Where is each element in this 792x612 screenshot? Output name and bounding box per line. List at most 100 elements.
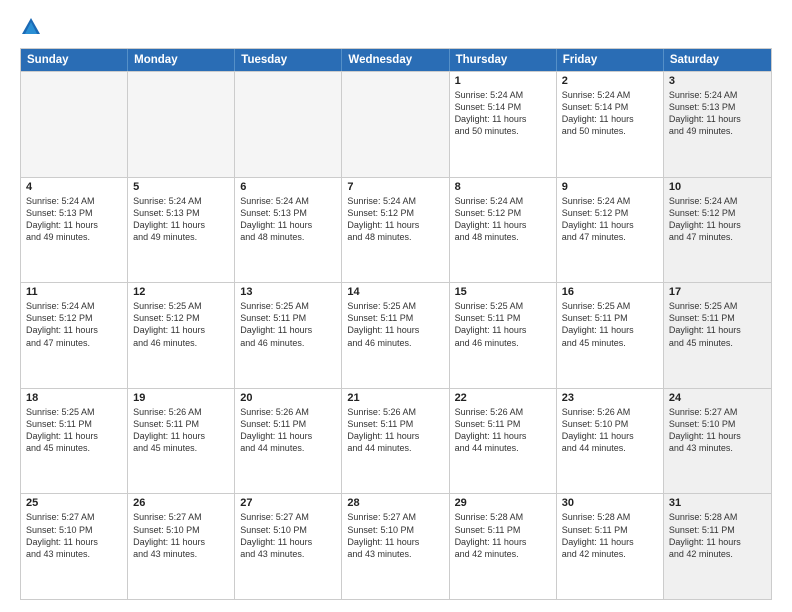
calendar-row-4: 18 Sunrise: 5:25 AM Sunset: 5:11 PM Dayli… (21, 388, 771, 494)
day-detail: Sunrise: 5:27 AM Sunset: 5:10 PM Dayligh… (133, 511, 229, 560)
day-cell-21: 21 Sunrise: 5:26 AM Sunset: 5:11 PM Dayli… (342, 389, 449, 494)
day-number: 14 (347, 286, 443, 298)
day-cell-24: 24Sunrise: 5:27 AM Sunset: 5:10 PM Dayli… (664, 389, 771, 494)
day-number: 28 (347, 497, 443, 509)
day-detail: Sunrise: 5:24 AM Sunset: 5:14 PM Dayligh… (562, 89, 658, 138)
day-detail: Sunrise: 5:24 AM Sunset: 5:14 PM Dayligh… (455, 89, 551, 138)
day-number: 2 (562, 75, 658, 87)
day-detail: Sunrise: 5:26 AM Sunset: 5:10 PM Dayligh… (562, 406, 658, 455)
day-number: 10 (669, 181, 766, 193)
day-number: 21 (347, 392, 443, 404)
day-cell-3: 3 Sunrise: 5:24 AM Sunset: 5:13 PM Daylig… (664, 72, 771, 177)
header-cell-sunday: Sunday (21, 49, 128, 71)
calendar-header-row: SundayMondayTuesdayWednesdayThursdayFrid… (21, 49, 771, 71)
day-cell-4: 4 Sunrise: 5:24 AM Sunset: 5:13 PM Daylig… (21, 178, 128, 283)
day-number: 18 (26, 392, 122, 404)
day-cell-2: 2 Sunrise: 5:24 AM Sunset: 5:14 PM Daylig… (557, 72, 664, 177)
day-detail: Sunrise: 5:24 AM Sunset: 5:13 PM Dayligh… (133, 195, 229, 244)
logo-icon (20, 16, 42, 38)
day-cell-18: 18 Sunrise: 5:25 AM Sunset: 5:11 PM Dayli… (21, 389, 128, 494)
day-number: 13 (240, 286, 336, 298)
day-number: 27 (240, 497, 336, 509)
day-number: 1 (455, 75, 551, 87)
calendar-row-1: 1 Sunrise: 5:24 AM Sunset: 5:14 PM Daylig… (21, 71, 771, 177)
day-cell-23: 23 Sunrise: 5:26 AM Sunset: 5:10 PM Dayli… (557, 389, 664, 494)
day-cell-15: 15Sunrise: 5:25 AM Sunset: 5:11 PM Dayli… (450, 283, 557, 388)
day-number: 17 (669, 286, 766, 298)
day-number: 6 (240, 181, 336, 193)
day-cell-31: 31 Sunrise: 5:28 AM Sunset: 5:11 PM Dayli… (664, 494, 771, 599)
day-cell-1: 1 Sunrise: 5:24 AM Sunset: 5:14 PM Daylig… (450, 72, 557, 177)
day-detail: Sunrise: 5:24 AM Sunset: 5:12 PM Dayligh… (347, 195, 443, 244)
day-cell-17: 17 Sunrise: 5:25 AM Sunset: 5:11 PM Dayli… (664, 283, 771, 388)
day-detail: Sunrise: 5:26 AM Sunset: 5:11 PM Dayligh… (455, 406, 551, 455)
day-detail: Sunrise: 5:27 AM Sunset: 5:10 PM Dayligh… (26, 511, 122, 560)
day-detail: Sunrise: 5:28 AM Sunset: 5:11 PM Dayligh… (562, 511, 658, 560)
day-number: 9 (562, 181, 658, 193)
header (20, 18, 772, 38)
day-detail: Sunrise: 5:25 AM Sunset: 5:11 PM Dayligh… (240, 300, 336, 349)
day-number: 16 (562, 286, 658, 298)
day-cell-10: 10Sunrise: 5:24 AM Sunset: 5:12 PM Dayli… (664, 178, 771, 283)
day-cell-5: 5 Sunrise: 5:24 AM Sunset: 5:13 PM Daylig… (128, 178, 235, 283)
day-number: 22 (455, 392, 551, 404)
day-cell-25: 25 Sunrise: 5:27 AM Sunset: 5:10 PM Dayli… (21, 494, 128, 599)
day-detail: Sunrise: 5:26 AM Sunset: 5:11 PM Dayligh… (240, 406, 336, 455)
day-detail: Sunrise: 5:26 AM Sunset: 5:11 PM Dayligh… (347, 406, 443, 455)
day-cell-14: 14 Sunrise: 5:25 AM Sunset: 5:11 PM Dayli… (342, 283, 449, 388)
day-number: 25 (26, 497, 122, 509)
day-number: 4 (26, 181, 122, 193)
day-number: 30 (562, 497, 658, 509)
logo (20, 18, 46, 38)
day-detail: Sunrise: 5:24 AM Sunset: 5:13 PM Dayligh… (26, 195, 122, 244)
day-cell-26: 26 Sunrise: 5:27 AM Sunset: 5:10 PM Dayli… (128, 494, 235, 599)
day-cell-20: 20 Sunrise: 5:26 AM Sunset: 5:11 PM Dayli… (235, 389, 342, 494)
day-cell-19: 19 Sunrise: 5:26 AM Sunset: 5:11 PM Dayli… (128, 389, 235, 494)
header-cell-wednesday: Wednesday (342, 49, 449, 71)
header-cell-friday: Friday (557, 49, 664, 71)
calendar: SundayMondayTuesdayWednesdayThursdayFrid… (20, 48, 772, 600)
day-detail: Sunrise: 5:24 AM Sunset: 5:13 PM Dayligh… (669, 89, 766, 138)
day-number: 11 (26, 286, 122, 298)
day-cell-8: 8 Sunrise: 5:24 AM Sunset: 5:12 PM Daylig… (450, 178, 557, 283)
day-number: 26 (133, 497, 229, 509)
day-number: 19 (133, 392, 229, 404)
day-detail: Sunrise: 5:26 AM Sunset: 5:11 PM Dayligh… (133, 406, 229, 455)
day-detail: Sunrise: 5:24 AM Sunset: 5:12 PM Dayligh… (562, 195, 658, 244)
day-detail: Sunrise: 5:25 AM Sunset: 5:11 PM Dayligh… (562, 300, 658, 349)
day-detail: Sunrise: 5:24 AM Sunset: 5:12 PM Dayligh… (455, 195, 551, 244)
header-cell-thursday: Thursday (450, 49, 557, 71)
day-cell-13: 13 Sunrise: 5:25 AM Sunset: 5:11 PM Dayli… (235, 283, 342, 388)
day-detail: Sunrise: 5:25 AM Sunset: 5:11 PM Dayligh… (347, 300, 443, 349)
empty-cell (235, 72, 342, 177)
day-number: 3 (669, 75, 766, 87)
day-number: 20 (240, 392, 336, 404)
header-cell-saturday: Saturday (664, 49, 771, 71)
day-detail: Sunrise: 5:25 AM Sunset: 5:11 PM Dayligh… (26, 406, 122, 455)
day-number: 31 (669, 497, 766, 509)
calendar-row-5: 25 Sunrise: 5:27 AM Sunset: 5:10 PM Dayli… (21, 493, 771, 599)
day-number: 7 (347, 181, 443, 193)
calendar-body: 1 Sunrise: 5:24 AM Sunset: 5:14 PM Daylig… (21, 71, 771, 599)
day-detail: Sunrise: 5:28 AM Sunset: 5:11 PM Dayligh… (669, 511, 766, 560)
day-cell-9: 9 Sunrise: 5:24 AM Sunset: 5:12 PM Daylig… (557, 178, 664, 283)
day-cell-30: 30 Sunrise: 5:28 AM Sunset: 5:11 PM Dayli… (557, 494, 664, 599)
day-number: 12 (133, 286, 229, 298)
day-cell-6: 6Sunrise: 5:24 AM Sunset: 5:13 PM Daylig… (235, 178, 342, 283)
day-number: 23 (562, 392, 658, 404)
day-detail: Sunrise: 5:25 AM Sunset: 5:11 PM Dayligh… (669, 300, 766, 349)
day-detail: Sunrise: 5:27 AM Sunset: 5:10 PM Dayligh… (669, 406, 766, 455)
day-detail: Sunrise: 5:24 AM Sunset: 5:12 PM Dayligh… (26, 300, 122, 349)
header-cell-monday: Monday (128, 49, 235, 71)
day-number: 5 (133, 181, 229, 193)
day-number: 29 (455, 497, 551, 509)
day-detail: Sunrise: 5:25 AM Sunset: 5:12 PM Dayligh… (133, 300, 229, 349)
day-cell-11: 11 Sunrise: 5:24 AM Sunset: 5:12 PM Dayli… (21, 283, 128, 388)
day-cell-27: 27Sunrise: 5:27 AM Sunset: 5:10 PM Dayli… (235, 494, 342, 599)
day-cell-12: 12 Sunrise: 5:25 AM Sunset: 5:12 PM Dayli… (128, 283, 235, 388)
day-number: 8 (455, 181, 551, 193)
day-number: 15 (455, 286, 551, 298)
day-cell-7: 7 Sunrise: 5:24 AM Sunset: 5:12 PM Daylig… (342, 178, 449, 283)
page: SundayMondayTuesdayWednesdayThursdayFrid… (0, 0, 792, 612)
empty-cell (128, 72, 235, 177)
